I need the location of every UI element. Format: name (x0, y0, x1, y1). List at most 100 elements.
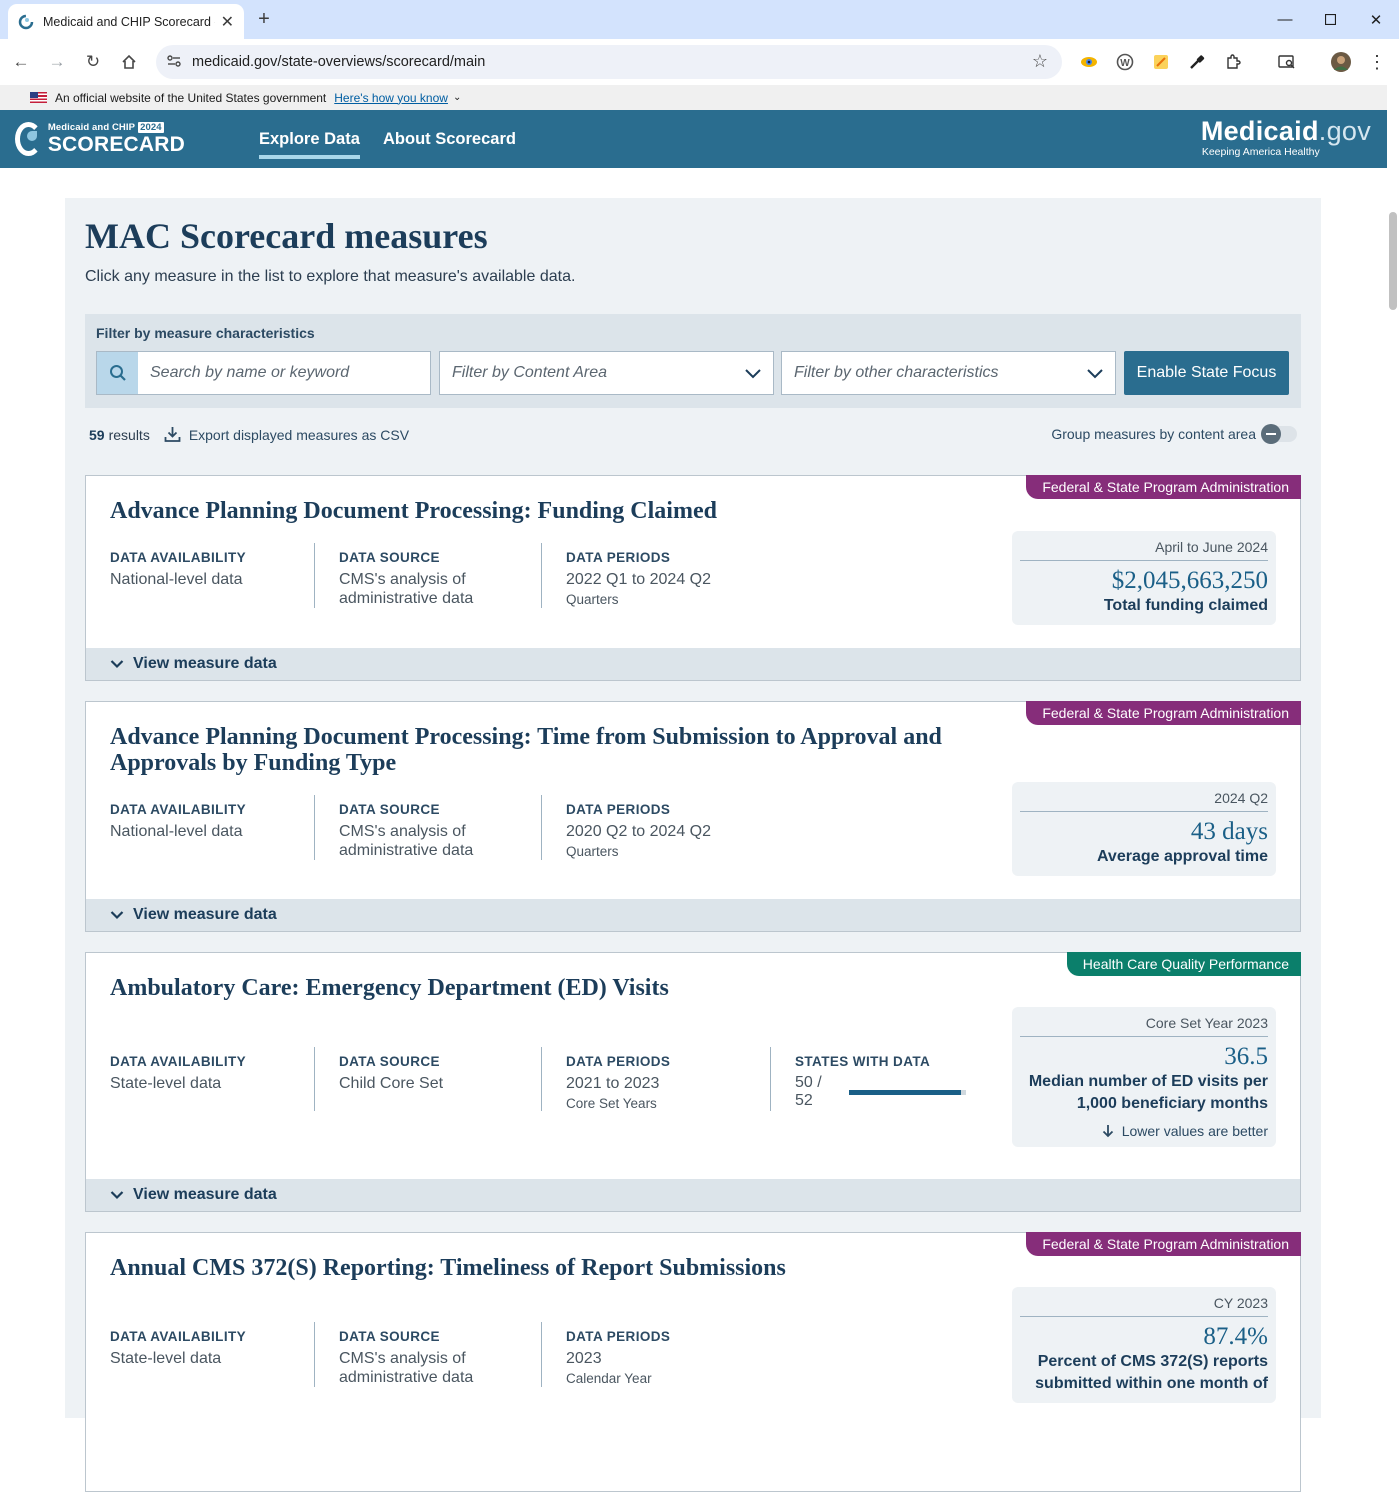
scorecard-logo[interactable]: Medicaid and CHIP 2024 SCORECARD (15, 120, 185, 158)
data-availability-label: DATA AVAILABILITY (110, 802, 247, 817)
data-source-value: CMS's analysis of administrative data (339, 823, 474, 859)
chevron-down-icon (110, 911, 124, 920)
measure-card[interactable]: Federal & State Program Administration A… (85, 475, 1301, 681)
search-field[interactable] (96, 351, 431, 395)
heres-how-you-know-link[interactable]: Here's how you know (334, 91, 448, 105)
view-measure-data-label: View measure data (133, 655, 277, 672)
view-measure-data-button[interactable]: View measure data (86, 1179, 1300, 1211)
data-availability-value: National-level data (110, 571, 243, 588)
measure-card[interactable]: Federal & State Program Administration A… (85, 701, 1301, 932)
browser-tab[interactable]: Medicaid and CHIP Scorecard - ✕ (8, 4, 244, 39)
stat-value: 87.4% (1203, 1323, 1268, 1350)
reload-icon[interactable]: ↻ (81, 50, 105, 74)
eyedropper-icon[interactable] (1186, 51, 1208, 73)
site-info-icon[interactable] (166, 53, 182, 69)
search-input[interactable] (138, 352, 430, 394)
content-area-badge: Health Care Quality Performance (1066, 952, 1301, 976)
arrow-down-icon (1102, 1125, 1113, 1138)
data-periods-unit: Quarters (566, 592, 619, 607)
extension-wordpress-icon[interactable]: W (1114, 51, 1136, 73)
forward-icon[interactable]: → (45, 50, 69, 74)
nav-explore-data[interactable]: Explore Data (259, 110, 360, 168)
data-availability-label: DATA AVAILABILITY (110, 1054, 247, 1069)
scrollbar-thumb[interactable] (1389, 212, 1397, 310)
measure-title[interactable]: Advance Planning Document Processing: Fu… (110, 498, 990, 524)
headline-stat: 2024 Q2 43 days Average approval time (1012, 782, 1276, 876)
data-source: DATA SOURCE CMS's analysis of administra… (314, 543, 541, 608)
measures-panel: MAC Scorecard measures Click any measure… (65, 198, 1321, 1492)
measure-card[interactable]: Health Care Quality Performance Ambulato… (85, 952, 1301, 1212)
maximize-icon[interactable] (1307, 0, 1353, 39)
toggle-knob (1261, 424, 1281, 444)
data-periods-unit: Core Set Years (566, 1096, 657, 1111)
chevron-down-icon[interactable]: ⌄ (453, 92, 461, 103)
results-label: results (108, 426, 150, 443)
results-line: 59 results Export displayed measures as … (89, 426, 409, 443)
browser-menu-icon[interactable]: ⋮ (1366, 51, 1388, 73)
headline-stat: Core Set Year 2023 36.5 Median number of… (1012, 1007, 1276, 1147)
content-area-badge: Federal & State Program Administration (1026, 701, 1301, 725)
stat-period: April to June 2024 (1020, 539, 1268, 561)
chevron-down-icon (745, 369, 761, 379)
bookmark-star-icon[interactable]: ☆ (1032, 51, 1048, 72)
data-source-value: Child Core Set (339, 1075, 444, 1092)
content-area-dropdown[interactable]: Filter by Content Area (439, 351, 774, 395)
data-source-label: DATA SOURCE (339, 550, 440, 565)
measure-card[interactable]: Federal & State Program Administration A… (85, 1232, 1301, 1492)
data-periods-unit: Quarters (566, 844, 619, 859)
view-measure-data-button[interactable]: View measure data (86, 648, 1300, 680)
data-periods: DATA PERIODS 2023 Calendar Year (541, 1322, 771, 1387)
view-measure-data-label: View measure data (133, 1186, 277, 1203)
stat-value: $2,045,663,250 (1111, 567, 1268, 594)
download-icon (164, 427, 181, 442)
extension-note-icon[interactable] (1150, 51, 1172, 73)
headline-stat: CY 2023 87.4% Percent of CMS 372(S) repo… (1012, 1287, 1276, 1403)
profile-avatar[interactable] (1330, 51, 1352, 73)
data-availability-value: State-level data (110, 1075, 222, 1092)
measure-title[interactable]: Annual CMS 372(S) Reporting: Timeliness … (110, 1255, 990, 1281)
other-characteristics-placeholder: Filter by other characteristics (794, 364, 999, 381)
address-bar[interactable]: medicaid.gov/state-overviews/scorecard/m… (156, 45, 1062, 79)
chevron-down-icon (110, 1191, 124, 1200)
results-count: 59 (89, 426, 105, 443)
nav-about-scorecard[interactable]: About Scorecard (383, 110, 516, 168)
data-periods-value: 2020 Q2 to 2024 Q2 (566, 823, 711, 840)
data-periods-label: DATA PERIODS (566, 1054, 671, 1069)
gov-banner-text: An official website of the United States… (55, 90, 327, 105)
measure-title[interactable]: Ambulatory Care: Emergency Department (E… (110, 975, 990, 1001)
stat-period: Core Set Year 2023 (1020, 1015, 1268, 1037)
extension-eye-icon[interactable] (1078, 51, 1100, 73)
measure-title[interactable]: Advance Planning Document Processing: Ti… (110, 724, 990, 776)
home-icon[interactable] (117, 50, 141, 74)
stat-period: 2024 Q2 (1020, 790, 1268, 812)
page-scrollbar[interactable] (1387, 85, 1399, 1395)
content-area-badge: Federal & State Program Administration (1026, 1232, 1301, 1256)
back-icon[interactable]: ← (9, 50, 33, 74)
filter-box: Filter by measure characteristics Filter… (85, 314, 1301, 408)
other-characteristics-dropdown[interactable]: Filter by other characteristics (781, 351, 1116, 395)
data-availability: DATA AVAILABILITY National-level data (110, 795, 314, 860)
states-progress-fill (849, 1089, 962, 1095)
minimize-icon[interactable]: — (1262, 0, 1308, 39)
medicaid-gov-logo[interactable]: Medicaid.gov Keeping America Healthy (1200, 116, 1371, 159)
new-tab-button[interactable]: + (254, 8, 274, 30)
enable-state-focus-button[interactable]: Enable State Focus (1124, 351, 1289, 395)
stat-value: 43 days (1190, 818, 1268, 845)
data-source: DATA SOURCE CMS's analysis of administra… (314, 1322, 541, 1387)
group-by-content-area-toggle[interactable] (1261, 424, 1297, 444)
data-availability: DATA AVAILABILITY National-level data (110, 543, 314, 608)
extensions-puzzle-icon[interactable] (1222, 51, 1244, 73)
brand-tagline: Keeping America Healthy (1201, 146, 1320, 158)
data-source: DATA SOURCE Child Core Set (314, 1047, 541, 1111)
data-periods: DATA PERIODS 2021 to 2023 Core Set Years (541, 1047, 770, 1111)
close-tab-icon[interactable]: ✕ (221, 12, 234, 32)
close-window-icon[interactable]: ✕ (1353, 0, 1399, 39)
brand-main: Medicaid (1200, 116, 1319, 146)
stat-description: Percent of CMS 372(S) reports submitted … (1035, 1353, 1268, 1392)
chevron-down-icon (1087, 369, 1103, 379)
export-csv-link[interactable]: Export displayed measures as CSV (164, 426, 409, 443)
states-with-data-value: 50 / 52 (795, 1074, 822, 1109)
tab-search-icon[interactable] (1276, 51, 1298, 73)
group-toggle-label: Group measures by content area (1051, 426, 1256, 442)
view-measure-data-button[interactable]: View measure data (86, 899, 1300, 931)
